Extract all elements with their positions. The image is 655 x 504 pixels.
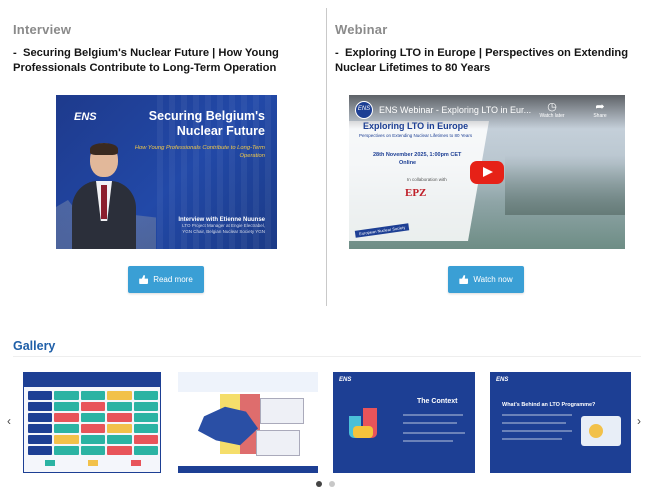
share-icon: ➦ xyxy=(595,101,605,113)
slide-table xyxy=(28,391,158,455)
gallery-slide[interactable] xyxy=(23,372,161,473)
clock-icon: ◷ xyxy=(547,101,557,113)
read-more-label: Read more xyxy=(153,275,193,284)
watch-now-label: Watch now xyxy=(473,275,513,284)
channel-avatar[interactable]: ENS xyxy=(355,101,373,119)
text-line xyxy=(502,422,566,424)
slide-header xyxy=(24,373,160,387)
thumbnail-subheading: How Young Professionals Contribute to Lo… xyxy=(134,145,265,159)
watch-later-button[interactable]: ◷ Watch later xyxy=(537,101,567,119)
text-line xyxy=(502,438,562,440)
thumbs-up-icon xyxy=(139,275,149,284)
webinar-date: 28th November 2025, 1:00pm CET xyxy=(373,152,462,158)
share-button[interactable]: ➦ Share xyxy=(585,101,615,119)
bullet: - xyxy=(335,47,339,59)
power-plant-image xyxy=(505,155,625,215)
flask-illustration-icon xyxy=(349,408,377,438)
read-more-button[interactable]: Read more xyxy=(128,266,204,293)
carousel-pagination xyxy=(316,481,335,487)
slide-legend xyxy=(28,458,158,468)
webinar-location: Online xyxy=(399,160,417,166)
thumbnail-caption-sub: LTO Project Manager at Engie Electrabel,… xyxy=(182,223,265,234)
text-line xyxy=(502,430,572,432)
gallery-slide[interactable]: ENS What's Behind an LTO Programme? xyxy=(490,372,631,473)
info-box xyxy=(256,430,300,456)
interview-section-label: Interview xyxy=(13,22,72,37)
text-line xyxy=(403,414,463,416)
webinar-title[interactable]: - Exploring LTO in Europe | Perspectives … xyxy=(335,46,647,76)
bullet: - xyxy=(13,47,17,59)
play-button-icon[interactable] xyxy=(470,161,504,184)
ens-logo: ENS xyxy=(74,111,97,123)
gallery-divider xyxy=(13,356,641,357)
column-divider xyxy=(326,8,327,306)
text-line xyxy=(502,414,572,416)
webinar-video-embed[interactable]: ENS ENS Webinar - Exploring LTO in Eur..… xyxy=(349,95,625,249)
webinar-subheading: Perspectives on Extending Nuclear Lifeti… xyxy=(359,133,473,138)
carousel-prev-arrow-icon[interactable]: ‹ xyxy=(7,414,11,428)
pagination-dot[interactable] xyxy=(329,481,335,487)
interview-title[interactable]: - Securing Belgium's Nuclear Future | How… xyxy=(13,46,313,76)
thumbs-up-icon xyxy=(459,275,469,284)
partner-logo: EPZ xyxy=(405,187,427,199)
gallery-slide[interactable] xyxy=(178,372,318,473)
video-title[interactable]: ENS Webinar - Exploring LTO in Eur... xyxy=(379,105,531,115)
collaboration-label: In collaboration with xyxy=(407,177,447,182)
webinar-section-label: Webinar xyxy=(335,22,388,37)
slide-heading: The Context xyxy=(417,398,458,405)
text-line xyxy=(403,432,465,434)
interviewee-photo xyxy=(72,143,136,249)
ens-logo: ENS xyxy=(496,377,509,383)
gallery-slide[interactable]: ENS The Context xyxy=(333,372,475,473)
pagination-dot[interactable] xyxy=(316,481,322,487)
text-line xyxy=(403,422,457,424)
text-line xyxy=(403,440,453,442)
carousel-next-arrow-icon[interactable]: › xyxy=(637,414,641,428)
interview-thumbnail[interactable]: ENS Securing Belgium's Nuclear Future Ho… xyxy=(56,95,277,249)
slide-heading: What's Behind an LTO Programme? xyxy=(502,402,596,408)
webinar-heading: Exploring LTO in Europe xyxy=(363,121,469,131)
thumbnail-heading: Securing Belgium's Nuclear Future xyxy=(148,109,265,138)
ens-logo: ENS xyxy=(339,377,352,383)
gallery-title: Gallery xyxy=(13,339,56,353)
info-box xyxy=(260,398,304,424)
watch-now-button[interactable]: Watch now xyxy=(448,266,524,293)
slide-footer xyxy=(178,466,318,473)
illustration-image xyxy=(581,416,621,446)
slide-header xyxy=(178,372,318,392)
